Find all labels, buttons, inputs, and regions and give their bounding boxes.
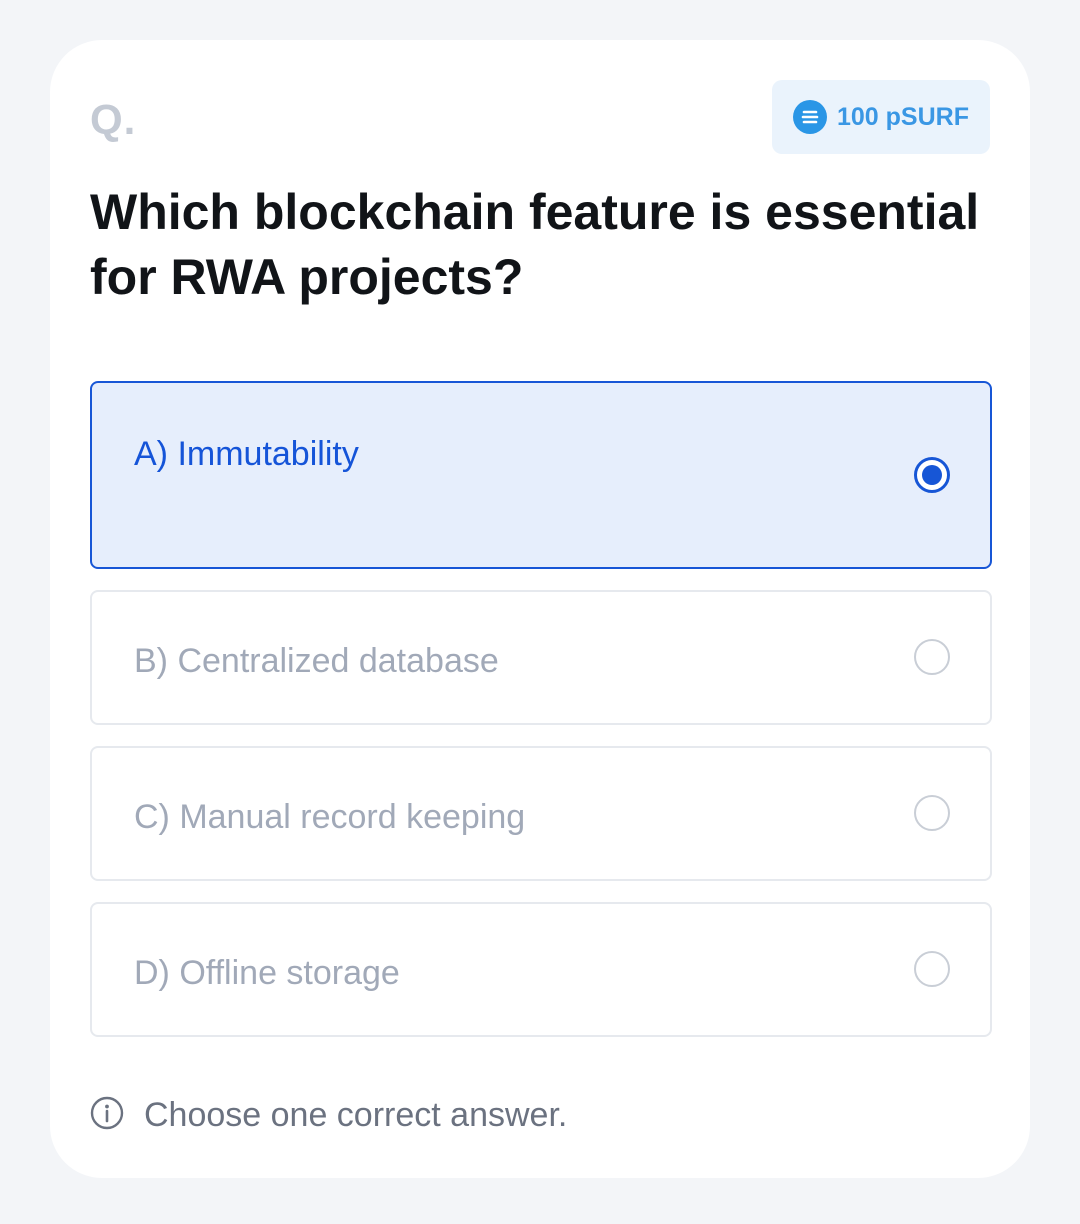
radio-unselected-icon[interactable] — [914, 951, 950, 987]
option-b[interactable]: B) Centralized database — [90, 590, 992, 725]
hint-text: Choose one correct answer. — [144, 1096, 568, 1134]
question-text: Which blockchain feature is essential fo… — [90, 184, 980, 305]
psurf-coin-icon — [793, 100, 827, 134]
quiz-card: Q. 100 pSURF Which blockchain feature is… — [50, 40, 1030, 1178]
question-marker: Q. — [90, 96, 137, 143]
reward-amount: 100 pSURF — [837, 102, 969, 131]
radio-selected-icon[interactable] — [914, 457, 950, 493]
option-label: A) Immutability — [134, 435, 359, 473]
reward-badge: 100 pSURF — [772, 80, 990, 154]
option-label: D) Offline storage — [134, 954, 400, 992]
hint-row: Choose one correct answer. — [90, 1096, 567, 1135]
radio-unselected-icon[interactable] — [914, 795, 950, 831]
option-label: C) Manual record keeping — [134, 798, 526, 836]
option-d[interactable]: D) Offline storage — [90, 902, 992, 1037]
radio-unselected-icon[interactable] — [914, 639, 950, 675]
option-label: B) Centralized database — [134, 642, 499, 680]
info-icon — [90, 1096, 124, 1135]
option-a[interactable]: A) Immutability — [90, 381, 992, 569]
option-c[interactable]: C) Manual record keeping — [90, 746, 992, 881]
